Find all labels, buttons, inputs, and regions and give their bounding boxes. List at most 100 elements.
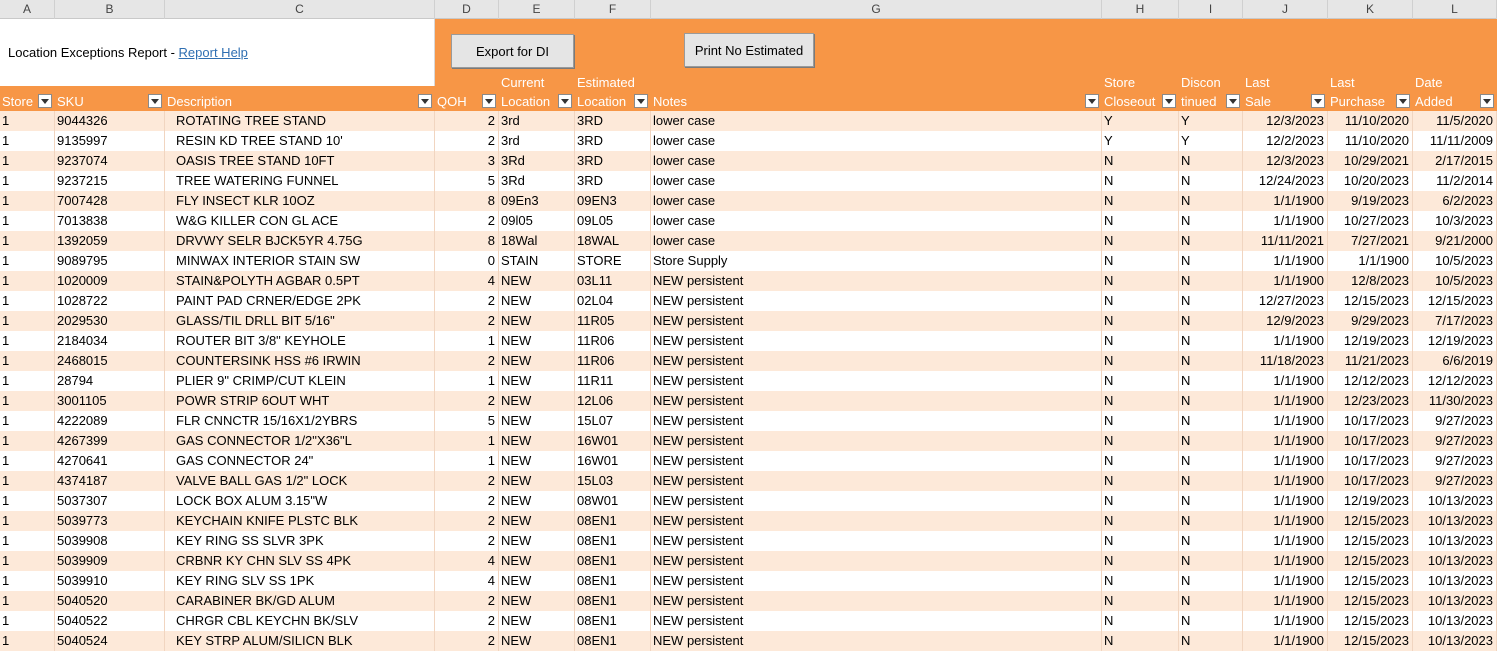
- cell-last-sale[interactable]: 1/1/1900: [1243, 271, 1328, 291]
- cell-discontinued[interactable]: N: [1179, 611, 1243, 631]
- cell-store[interactable]: 1: [0, 551, 55, 571]
- cell-sku[interactable]: 9237215: [55, 171, 165, 191]
- cell-store-closeout[interactable]: N: [1102, 491, 1179, 511]
- cell-notes[interactable]: NEW persistent: [651, 291, 1102, 311]
- table-row[interactable]: 1 7007428 FLY INSECT KLR 10OZ 8 09En3 09EN3 lo…: [0, 191, 1497, 211]
- cell-qoh[interactable]: 4: [435, 571, 499, 591]
- cell-notes[interactable]: NEW persistent: [651, 391, 1102, 411]
- cell-date-added[interactable]: 10/13/2023: [1413, 611, 1497, 631]
- table-row[interactable]: 1 9044326 ROTATING TREE STAND 2 3rd 3RD lower …: [0, 111, 1497, 131]
- cell-notes[interactable]: NEW persistent: [651, 451, 1102, 471]
- cell-date-added[interactable]: 9/27/2023: [1413, 451, 1497, 471]
- cell-qoh[interactable]: 3: [435, 151, 499, 171]
- cell-store-closeout[interactable]: N: [1102, 571, 1179, 591]
- cell-estimated-location[interactable]: 16W01: [575, 431, 651, 451]
- cell-notes[interactable]: NEW persistent: [651, 611, 1102, 631]
- cell-date-added[interactable]: 6/2/2023: [1413, 191, 1497, 211]
- cell-last-purchase[interactable]: 10/17/2023: [1328, 451, 1413, 471]
- cell-store[interactable]: 1: [0, 511, 55, 531]
- column-letter-k[interactable]: K: [1328, 0, 1413, 19]
- cell-sku[interactable]: 7013838: [55, 211, 165, 231]
- cell-qoh[interactable]: 2: [435, 391, 499, 411]
- cell-last-purchase[interactable]: 12/8/2023: [1328, 271, 1413, 291]
- cell-date-added[interactable]: 9/27/2023: [1413, 431, 1497, 451]
- cell-store[interactable]: 1: [0, 571, 55, 591]
- cell-discontinued[interactable]: N: [1179, 511, 1243, 531]
- cell-date-added[interactable]: 10/3/2023: [1413, 211, 1497, 231]
- filter-dropdown-icon[interactable]: [1162, 94, 1176, 108]
- cell-current-location[interactable]: 3rd: [499, 111, 575, 131]
- cell-current-location[interactable]: NEW: [499, 591, 575, 611]
- cell-store-closeout[interactable]: N: [1102, 151, 1179, 171]
- cell-last-sale[interactable]: 11/18/2023: [1243, 351, 1328, 371]
- cell-discontinued[interactable]: Y: [1179, 111, 1243, 131]
- cell-current-location[interactable]: NEW: [499, 551, 575, 571]
- table-row[interactable]: 1 5039908 KEY RING SS SLVR 3PK 2 NEW 08EN1 NEW…: [0, 531, 1497, 551]
- cell-estimated-location[interactable]: 08EN1: [575, 511, 651, 531]
- cell-notes[interactable]: NEW persistent: [651, 471, 1102, 491]
- cell-date-added[interactable]: 2/17/2015: [1413, 151, 1497, 171]
- cell-last-purchase[interactable]: 7/27/2021: [1328, 231, 1413, 251]
- cell-current-location[interactable]: NEW: [499, 431, 575, 451]
- cell-notes[interactable]: NEW persistent: [651, 431, 1102, 451]
- cell-last-purchase[interactable]: 10/17/2023: [1328, 471, 1413, 491]
- cell-notes[interactable]: NEW persistent: [651, 411, 1102, 431]
- filter-dropdown-icon[interactable]: [418, 94, 432, 108]
- cell-last-sale[interactable]: 12/3/2023: [1243, 111, 1328, 131]
- cell-date-added[interactable]: 10/13/2023: [1413, 551, 1497, 571]
- cell-discontinued[interactable]: N: [1179, 531, 1243, 551]
- table-row[interactable]: 1 9135997 RESIN KD TREE STAND 10' 2 3rd 3RD lo…: [0, 131, 1497, 151]
- cell-qoh[interactable]: 8: [435, 231, 499, 251]
- column-letter-f[interactable]: F: [575, 0, 651, 19]
- table-row[interactable]: 1 4270641 GAS CONNECTOR 24" 1 NEW 16W01 NEW pe…: [0, 451, 1497, 471]
- cell-store-closeout[interactable]: N: [1102, 411, 1179, 431]
- cell-store[interactable]: 1: [0, 431, 55, 451]
- cell-qoh[interactable]: 1: [435, 371, 499, 391]
- table-row[interactable]: 1 9089795 MINWAX INTERIOR STAIN SW 0 STAIN ST…: [0, 251, 1497, 271]
- cell-notes[interactable]: lower case: [651, 211, 1102, 231]
- cell-current-location[interactable]: NEW: [499, 371, 575, 391]
- cell-date-added[interactable]: 6/6/2019: [1413, 351, 1497, 371]
- table-row[interactable]: 1 2468015 COUNTERSINK HSS #6 IRWIN 2 NEW 11R0…: [0, 351, 1497, 371]
- cell-last-purchase[interactable]: 12/19/2023: [1328, 491, 1413, 511]
- cell-current-location[interactable]: NEW: [499, 451, 575, 471]
- cell-qoh[interactable]: 2: [435, 471, 499, 491]
- column-letter-a[interactable]: A: [0, 0, 55, 19]
- cell-date-added[interactable]: 9/27/2023: [1413, 411, 1497, 431]
- cell-last-purchase[interactable]: 10/20/2023: [1328, 171, 1413, 191]
- cell-description[interactable]: GLASS/TIL DRLL BIT 5/16": [165, 311, 435, 331]
- filter-dropdown-icon[interactable]: [38, 94, 52, 108]
- filter-dropdown-icon[interactable]: [634, 94, 648, 108]
- cell-sku[interactable]: 3001105: [55, 391, 165, 411]
- cell-description[interactable]: KEY RING SS SLVR 3PK: [165, 531, 435, 551]
- cell-store[interactable]: 1: [0, 211, 55, 231]
- cell-sku[interactable]: 4374187: [55, 471, 165, 491]
- cell-discontinued[interactable]: N: [1179, 311, 1243, 331]
- cell-current-location[interactable]: NEW: [499, 511, 575, 531]
- column-letter-e[interactable]: E: [499, 0, 575, 19]
- cell-estimated-location[interactable]: 15L03: [575, 471, 651, 491]
- cell-store[interactable]: 1: [0, 171, 55, 191]
- cell-store[interactable]: 1: [0, 191, 55, 211]
- cell-store[interactable]: 1: [0, 231, 55, 251]
- cell-current-location[interactable]: 3Rd: [499, 151, 575, 171]
- column-letter-b[interactable]: B: [55, 0, 165, 19]
- cell-sku[interactable]: 2184034: [55, 331, 165, 351]
- cell-sku[interactable]: 9135997: [55, 131, 165, 151]
- column-letter-h[interactable]: H: [1102, 0, 1179, 19]
- cell-store[interactable]: 1: [0, 611, 55, 631]
- cell-qoh[interactable]: 5: [435, 171, 499, 191]
- cell-description[interactable]: ROTATING TREE STAND: [165, 111, 435, 131]
- cell-last-sale[interactable]: 11/11/2021: [1243, 231, 1328, 251]
- cell-sku[interactable]: 2029530: [55, 311, 165, 331]
- cell-date-added[interactable]: 12/15/2023: [1413, 291, 1497, 311]
- cell-discontinued[interactable]: N: [1179, 391, 1243, 411]
- filter-dropdown-icon[interactable]: [148, 94, 162, 108]
- cell-qoh[interactable]: 2: [435, 131, 499, 151]
- cell-store-closeout[interactable]: N: [1102, 391, 1179, 411]
- cell-last-purchase[interactable]: 12/15/2023: [1328, 531, 1413, 551]
- cell-qoh[interactable]: 1: [435, 331, 499, 351]
- cell-date-added[interactable]: 11/2/2014: [1413, 171, 1497, 191]
- cell-last-purchase[interactable]: 9/19/2023: [1328, 191, 1413, 211]
- table-row[interactable]: 1 5040522 CHRGR CBL KEYCHN BK/SLV 2 NEW 08EN1…: [0, 611, 1497, 631]
